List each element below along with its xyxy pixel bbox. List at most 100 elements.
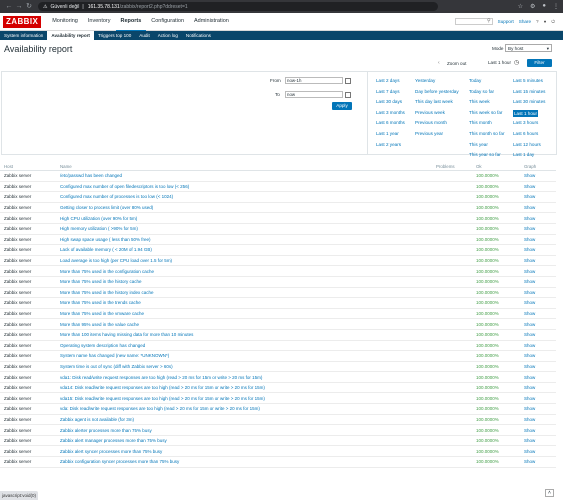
trigger-name-link[interactable]: Zabbix agent is not available (for 3m) — [60, 417, 436, 422]
share-link[interactable]: Share — [519, 19, 531, 24]
menu-configuration[interactable]: Configuration — [146, 12, 189, 32]
column-name[interactable]: Name — [60, 164, 436, 169]
submenu-action-log[interactable]: Action log — [154, 31, 182, 40]
quick-range[interactable]: Previous week — [415, 110, 459, 121]
show-graph-link[interactable]: Show — [524, 279, 554, 284]
trigger-name-link[interactable]: vda15: Disk read/write request responses… — [60, 396, 436, 401]
show-graph-link[interactable]: Show — [524, 406, 554, 411]
calendar-icon[interactable] — [345, 77, 351, 84]
show-graph-link[interactable]: Show — [524, 428, 554, 433]
show-graph-link[interactable]: Show — [524, 247, 554, 252]
address-bar[interactable]: ⚠ Güvenli değil | 161.35.78.131 /zabbix/… — [38, 2, 438, 11]
reload-icon[interactable]: ↻ — [24, 0, 34, 13]
apply-button[interactable]: Apply — [332, 102, 352, 110]
quick-range[interactable]: This week so far — [469, 110, 513, 121]
submenu-audit[interactable]: Audit — [135, 31, 153, 40]
chevron-left-icon[interactable]: ‹ — [438, 60, 440, 66]
quick-range[interactable]: Previous year — [415, 131, 459, 142]
show-graph-link[interactable]: Show — [524, 311, 554, 316]
quick-range[interactable]: This month — [469, 120, 513, 131]
trigger-name-link[interactable]: More than 75% used in the configuration … — [60, 269, 436, 274]
quick-range[interactable]: Last 2 days — [376, 78, 420, 89]
quick-range[interactable]: Previous month — [415, 120, 459, 131]
trigger-name-link[interactable]: vda: Disk read/write request responses a… — [60, 406, 436, 411]
column-host[interactable]: Host — [0, 164, 60, 169]
submenu-triggers-top-100[interactable]: Triggers top 100 — [94, 31, 135, 40]
back-icon[interactable]: ← — [4, 0, 14, 13]
menu-reports[interactable]: Reports — [115, 12, 147, 32]
submenu-availability-report[interactable]: Availability report — [47, 31, 94, 40]
mode-select[interactable]: By host ▾ — [505, 44, 552, 52]
submenu-system-information[interactable]: System information — [0, 31, 47, 40]
extension-icon[interactable]: ⚙ — [530, 3, 535, 10]
filter-tab-button[interactable]: Filter — [527, 59, 552, 67]
trigger-name-link[interactable]: Getting closer to process limit (over 80… — [60, 205, 436, 210]
show-graph-link[interactable]: Show — [524, 269, 554, 274]
show-graph-link[interactable]: Show — [524, 449, 554, 454]
trigger-name-link[interactable]: Zabbix alerter processes more than 75% b… — [60, 428, 436, 433]
quick-range[interactable]: This day last week — [415, 99, 459, 110]
quick-range[interactable]: Last 30 days — [376, 99, 420, 110]
quick-range[interactable]: This week — [469, 99, 513, 110]
show-graph-link[interactable]: Show — [524, 459, 554, 464]
trigger-name-link[interactable]: Load average is too high (per CPU load o… — [60, 258, 436, 263]
trigger-name-link[interactable]: System name has changed (new name: *UNKN… — [60, 353, 436, 358]
menu-icon[interactable]: ⋮ — [553, 3, 559, 10]
quick-range[interactable]: Last 6 hours — [513, 131, 557, 142]
quick-range[interactable]: Last 15 minutes — [513, 89, 557, 100]
menu-monitoring[interactable]: Monitoring — [47, 12, 83, 32]
trigger-name-link[interactable]: Zabbix alert syncer processes more than … — [60, 449, 436, 454]
trigger-name-link[interactable]: More than 75% used in the trends cache — [60, 300, 436, 305]
to-input[interactable]: now — [285, 91, 343, 98]
quick-range[interactable]: Today so far — [469, 89, 513, 100]
user-icon[interactable]: ● — [544, 19, 547, 24]
trigger-name-link[interactable]: Zabbix configuration syncer processes mo… — [60, 459, 436, 464]
show-graph-link[interactable]: Show — [524, 343, 554, 348]
show-graph-link[interactable]: Show — [524, 205, 554, 210]
quick-range[interactable]: Today — [469, 78, 513, 89]
quick-range[interactable]: Yesterday — [415, 78, 459, 89]
clock-icon[interactable]: ◷ — [514, 59, 519, 66]
trigger-name-link[interactable]: vda1: Disk read/write request responses … — [60, 375, 436, 380]
calendar-icon[interactable] — [345, 91, 351, 98]
show-graph-link[interactable]: Show — [524, 322, 554, 327]
show-graph-link[interactable]: Show — [524, 226, 554, 231]
trigger-name-link[interactable]: More than 100 items having missing data … — [60, 332, 436, 337]
quick-range[interactable]: Last 6 months — [376, 120, 420, 131]
quick-range[interactable]: This month so far — [469, 131, 513, 142]
menu-administration[interactable]: Administration — [189, 12, 234, 32]
help-icon[interactable]: ? — [536, 19, 539, 24]
time-range-label[interactable]: Last 1 hour — [488, 60, 511, 65]
scroll-top-icon[interactable]: ˄ — [545, 489, 554, 497]
quick-range[interactable]: Last 1 year — [376, 131, 420, 142]
quick-range[interactable]: Last 30 minutes — [513, 99, 557, 110]
quick-range[interactable]: Day before yesterday — [415, 89, 459, 100]
submenu-notifications[interactable]: Notifications — [182, 31, 215, 40]
quick-range[interactable]: Last 12 hours — [513, 142, 557, 153]
trigger-name-link[interactable]: More than 95% used in the value cache — [60, 322, 436, 327]
trigger-name-link[interactable]: Zabbix alert manager processes more than… — [60, 438, 436, 443]
show-graph-link[interactable]: Show — [524, 300, 554, 305]
quick-range[interactable]: Last 7 days — [376, 89, 420, 100]
support-link[interactable]: Support — [498, 19, 514, 24]
trigger-name-link[interactable]: More than 75% used in the history index … — [60, 290, 436, 295]
trigger-name-link[interactable]: Configured max number of open filedescri… — [60, 184, 436, 189]
show-graph-link[interactable]: Show — [524, 396, 554, 401]
profile-icon[interactable]: ● — [542, 3, 546, 10]
trigger-name-link[interactable]: Configured max number of processes is to… — [60, 194, 436, 199]
quick-range[interactable]: Last 3 months — [376, 110, 420, 121]
show-graph-link[interactable]: Show — [524, 417, 554, 422]
show-graph-link[interactable]: Show — [524, 385, 554, 390]
show-graph-link[interactable]: Show — [524, 194, 554, 199]
show-graph-link[interactable]: Show — [524, 258, 554, 263]
quick-range-selected[interactable]: Last 1 hour — [513, 109, 538, 117]
trigger-name-link[interactable]: High memory utilization ( >90% for 5m) — [60, 226, 436, 231]
trigger-name-link[interactable]: Operating system description has changed — [60, 343, 436, 348]
trigger-name-link[interactable]: System time is out of sync (diff with Za… — [60, 364, 436, 369]
logout-icon[interactable]: ⏻ — [551, 19, 555, 24]
show-graph-link[interactable]: Show — [524, 364, 554, 369]
show-graph-link[interactable]: Show — [524, 184, 554, 189]
show-graph-link[interactable]: Show — [524, 216, 554, 221]
show-graph-link[interactable]: Show — [524, 173, 554, 178]
trigger-name-link[interactable]: Lack of available memory ( < 20M of 1.94… — [60, 247, 436, 252]
